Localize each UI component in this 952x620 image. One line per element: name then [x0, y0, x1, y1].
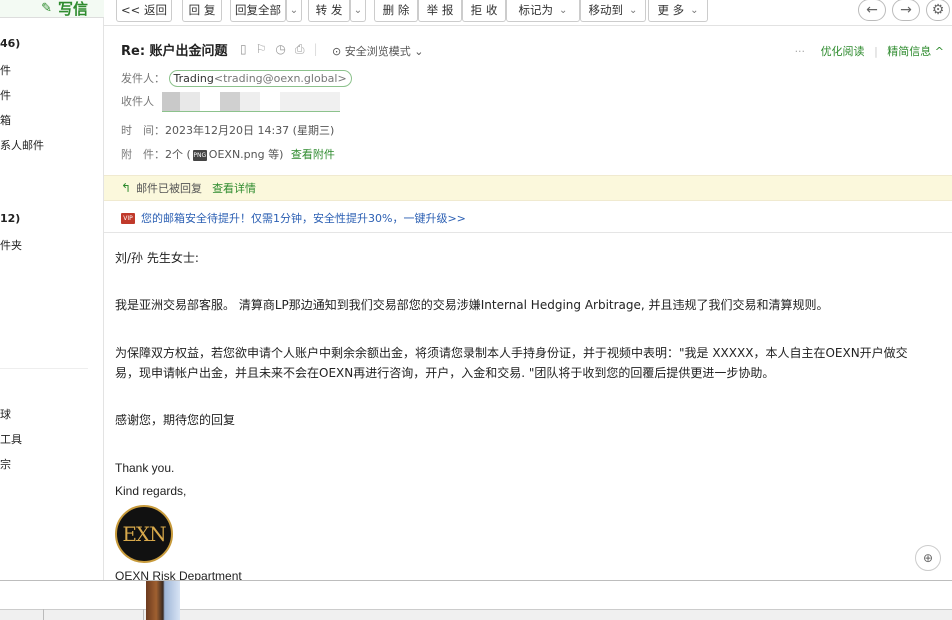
redacted-recipient	[161, 92, 340, 112]
next-mail-button[interactable]: →	[892, 0, 920, 21]
chevron-down-icon: ⌄	[690, 4, 699, 16]
reply-all-button[interactable]: 回复全部	[230, 0, 286, 22]
compose-label: 写信	[57, 0, 88, 18]
print-icon[interactable]: ⎙	[295, 42, 305, 57]
mark-as-label: 标记为	[518, 3, 554, 17]
attach-file-name[interactable]: OEXN.png 等)	[209, 148, 284, 161]
chevron-down-icon: ⌄	[629, 4, 638, 16]
from-row: 发件人： Trading<trading@oexn.global>	[121, 70, 352, 87]
brief-info-link[interactable]: 精简信息	[887, 45, 931, 58]
taskbar-cell[interactable]	[44, 609, 144, 620]
sidebar-item-contacts-mail[interactable]: 系人邮件	[0, 137, 44, 153]
sender-address: <trading@oexn.global>	[213, 72, 347, 85]
sidebar-item-my-folders[interactable]: 件夹	[0, 237, 22, 253]
to-row: 收件人	[121, 92, 340, 112]
thanks-cn: 感谢您，期待您的回复	[115, 413, 236, 427]
view-details-link[interactable]: 查看详情	[212, 180, 256, 196]
divider: |	[313, 42, 318, 56]
forward-button[interactable]: 转 发	[308, 0, 350, 22]
oexn-logo: EXN	[115, 505, 173, 563]
move-to-button[interactable]: 移动到 ⌄	[580, 0, 646, 22]
prev-mail-button[interactable]: ←	[858, 0, 886, 21]
divider: |	[874, 45, 878, 58]
view-attachments-link[interactable]: 查看附件	[291, 148, 335, 161]
back-button[interactable]: << 返回	[116, 0, 172, 22]
toolbar: << 返回 回 复 回复全部 ⌄ 转 发 ⌄ 删 除 举 报 拒 收 标记为 ⌄ …	[104, 0, 952, 26]
safe-mode-toggle[interactable]: ⊙ 安全浏览模式 ⌄	[332, 43, 423, 59]
more-button[interactable]: 更 多 ⌄	[648, 0, 708, 22]
attach-label: 附 件：	[121, 148, 165, 161]
reply-dropdown-icon[interactable]: ⌄	[286, 0, 302, 22]
chevron-down-icon: ⌄	[414, 45, 424, 58]
read-options: ··· 优化阅读 | 精简信息 ^	[795, 43, 944, 59]
chevron-down-icon: ⌄	[559, 4, 568, 16]
taskbar-cell[interactable]	[0, 609, 44, 620]
zoom-icon[interactable]: ⊕	[915, 545, 941, 571]
mail-subject: Re: 账户出金问题	[121, 44, 228, 59]
replied-text: 邮件已被回复	[136, 182, 203, 195]
sidebar-item[interactable]: 件	[0, 62, 11, 78]
attachment-row: 附 件：2个 (PNG OEXN.png 等) 查看附件	[121, 146, 335, 162]
sidebar-item[interactable]: 箱	[0, 112, 11, 128]
sidebar-item[interactable]: 球	[0, 406, 11, 422]
reject-button[interactable]: 拒 收	[462, 0, 506, 22]
sidebar-item[interactable]: 宗	[0, 456, 11, 472]
reply-icon: ↰	[121, 181, 132, 195]
body-paragraph-2-line-2: 易，现申请帐户出金，并且未来不会在OEXN再进行咨询，开户，入金和交易. "团队…	[115, 366, 775, 380]
more-dots-icon[interactable]: ···	[795, 45, 806, 58]
replied-notice: ↰ 邮件已被回复 查看详情	[104, 175, 952, 201]
sender-name: Trading	[173, 72, 214, 85]
report-button[interactable]: 举 报	[418, 0, 462, 22]
clock-icon[interactable]: ◷	[275, 42, 285, 57]
regards: Kind regards,	[115, 484, 187, 498]
header-divider	[104, 232, 952, 233]
taskbar	[0, 580, 952, 620]
optimize-read-link[interactable]: 优化阅读	[821, 45, 865, 58]
sidebar-item-tools[interactable]: 工具	[0, 431, 22, 447]
attach-count: 2个 (	[165, 148, 191, 161]
sidebar: ✎ 写信 46) 件 件 箱 系人邮件 12) 件夹 球 工具 宗	[0, 0, 104, 580]
body-paragraph-1: 我是亚洲交易部客服。 清算商LP那边通知到我们交易部您的交易涉嫌Internal…	[115, 298, 829, 312]
delete-button[interactable]: 删 除	[374, 0, 418, 22]
sidebar-item[interactable]: 件	[0, 87, 11, 103]
to-label: 收件人	[121, 95, 154, 108]
upgrade-text: 您的邮箱安全待提升！仅需1分钟，安全性提升30%，一键升级>>	[141, 212, 466, 225]
sender-pill[interactable]: Trading<trading@oexn.global>	[168, 70, 352, 87]
bookmark-icon[interactable]: ▯	[240, 42, 247, 57]
move-to-label: 移动到	[588, 3, 624, 17]
mark-as-button[interactable]: 标记为 ⌄	[506, 0, 580, 22]
upgrade-banner[interactable]: VIP 您的邮箱安全待提升！仅需1分钟，安全性提升30%，一键升级>>	[121, 210, 466, 226]
from-label: 发件人：	[121, 72, 165, 85]
time-row: 时 间：2023年12月20日 14:37 (星期三)	[121, 122, 334, 138]
image-file-icon: PNG	[192, 149, 207, 161]
shield-icon: ⊙	[332, 45, 342, 58]
flag-icon[interactable]: ⚐	[256, 42, 267, 57]
compose-button[interactable]: ✎ 写信	[0, 0, 104, 18]
more-label: 更 多	[657, 3, 685, 17]
greeting: 刘/孙 先生女士:	[115, 251, 199, 265]
thanks-en: Thank you.	[115, 461, 175, 475]
time-label: 时 间：	[121, 124, 165, 137]
forward-dropdown-icon[interactable]: ⌄	[350, 0, 366, 22]
mail-window: ✎ 写信 46) 件 件 箱 系人邮件 12) 件夹 球 工具 宗 << 返回 …	[0, 0, 952, 620]
sidebar-item-folders[interactable]: 12)	[0, 212, 20, 225]
body-paragraph-2-line-1: 为保障双方权益，若您欲申请个人账户中剩余余额出金，将须请您录制本人手持身份证，并…	[115, 346, 908, 360]
reply-button[interactable]: 回 复	[182, 0, 222, 22]
vip-badge: VIP	[121, 212, 135, 224]
safe-mode-label: 安全浏览模式	[344, 45, 411, 58]
pen-icon: ✎	[41, 1, 52, 16]
taskbar-thumbnail[interactable]	[146, 581, 180, 620]
settings-icon[interactable]: ⚙	[926, 0, 950, 21]
sidebar-divider	[0, 368, 88, 369]
logo-text: EXN	[122, 522, 166, 546]
chevron-up-icon[interactable]: ^	[935, 45, 944, 58]
sidebar-item-inbox[interactable]: 46)	[0, 37, 20, 50]
time-value: 2023年12月20日 14:37 (星期三)	[165, 124, 335, 137]
subject-actions: ▯ ⚐ ◷ ⎙ |	[240, 42, 318, 57]
